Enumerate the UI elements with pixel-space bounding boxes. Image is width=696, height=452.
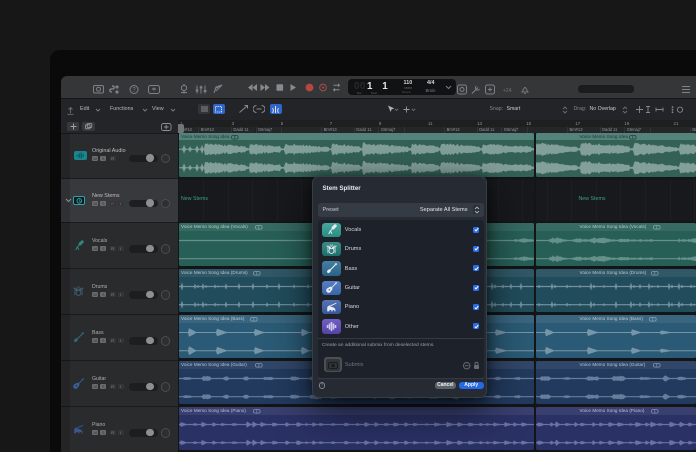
svg-text:+24: +24	[503, 88, 512, 94]
